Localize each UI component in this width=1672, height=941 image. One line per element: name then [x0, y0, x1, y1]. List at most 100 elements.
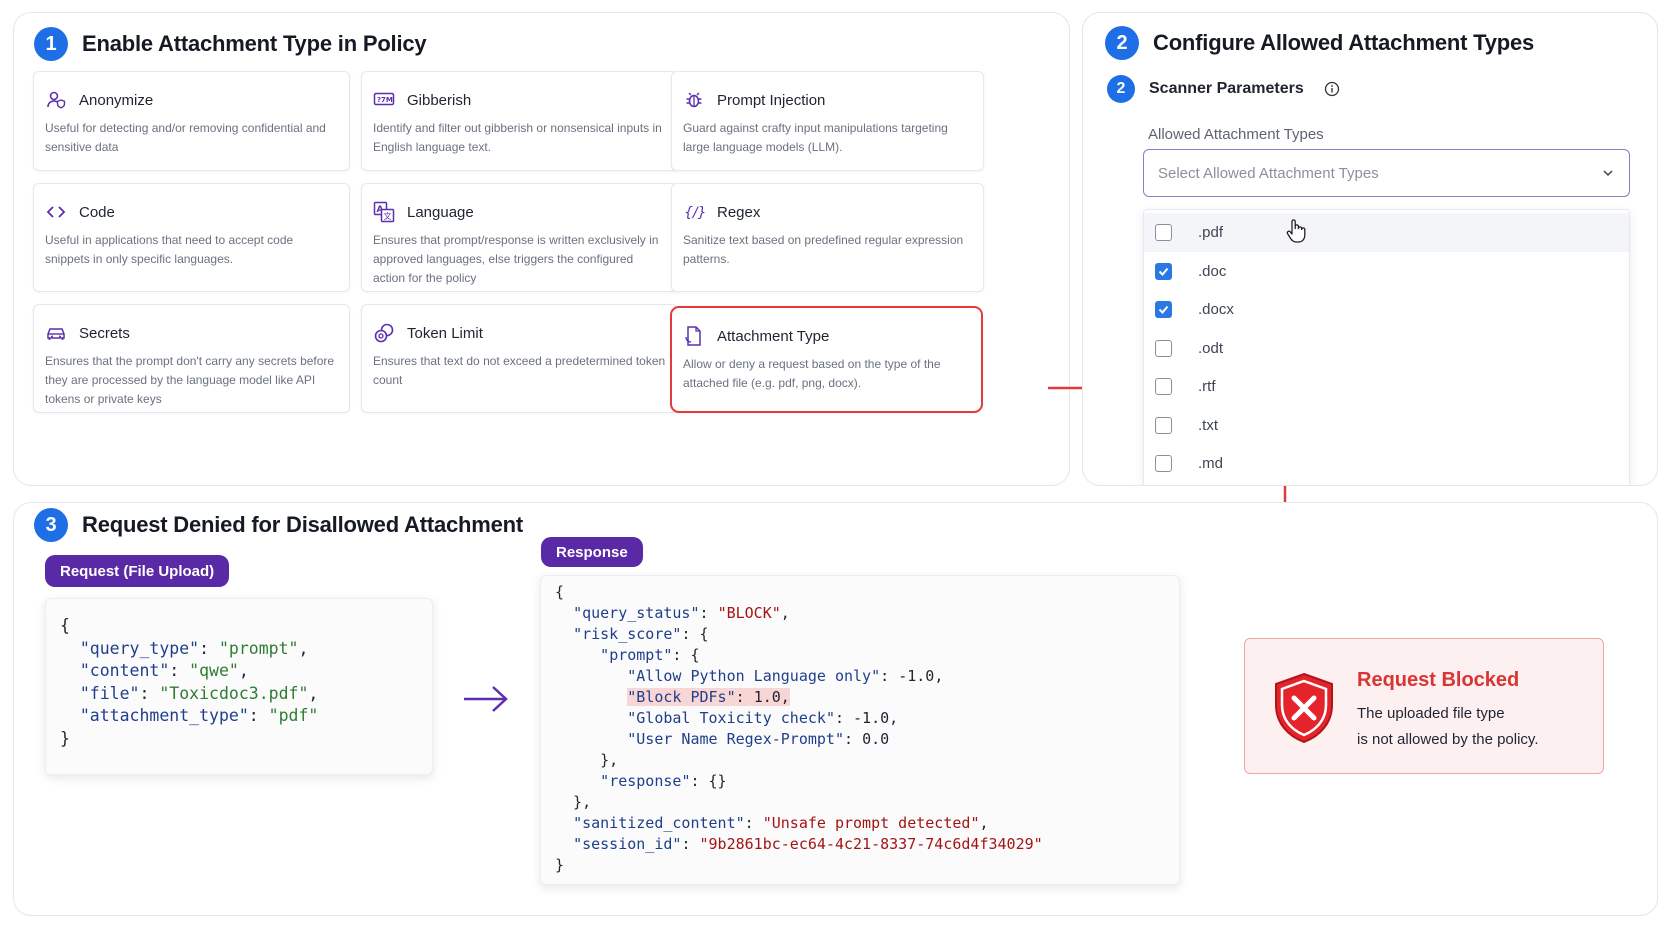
svg-text:{/}: {/}: [684, 205, 705, 221]
card-title: Gibberish: [407, 91, 472, 109]
card-header: {/} Regex: [683, 201, 972, 223]
enable-policy-panel: 1 Enable Attachment Type in Policy Anony…: [13, 12, 1070, 486]
code-icon: [45, 201, 67, 223]
scanner-card-regex[interactable]: {/} Regex Sanitize text based on predefi…: [671, 183, 984, 292]
response-pill: Response: [541, 537, 643, 567]
blocked-message-line-1: The uploaded file type: [1357, 705, 1505, 722]
score-value: 1.0: [753, 688, 781, 706]
step-number-badge: 2: [1105, 26, 1139, 60]
step-number-badge: 1: [34, 27, 68, 61]
option-rtf[interactable]: .rtf: [1144, 368, 1629, 407]
translate-icon: A文: [373, 201, 395, 223]
chevron-down-icon: [1601, 166, 1615, 180]
scanner-card-gibberish[interactable]: ?7M Gibberish Identify and filter out gi…: [361, 71, 678, 171]
scanner-card-prompt-injection[interactable]: Prompt Injection Guard against crafty in…: [671, 71, 984, 171]
checkbox[interactable]: [1155, 339, 1172, 357]
card-title: Attachment Type: [717, 327, 830, 345]
section-3-header: 3 Request Denied for Disallowed Attachme…: [34, 508, 523, 542]
option-label: .rtf: [1198, 378, 1216, 396]
card-description: Ensures that text do not exceed a predet…: [373, 354, 666, 387]
regex-icon: {/}: [683, 201, 705, 223]
right-arrow-purple: [464, 686, 508, 712]
risk-score-entry: "Block PDFs": 1.0,: [627, 688, 790, 706]
card-header: Anonymize: [45, 89, 338, 111]
card-title: Code: [79, 203, 115, 221]
section-1-title: Enable Attachment Type in Policy: [82, 31, 427, 56]
step-number-badge: 3: [34, 508, 68, 542]
option-txt[interactable]: .txt: [1144, 406, 1629, 445]
card-title: Secrets: [79, 324, 130, 342]
info-icon[interactable]: [1324, 81, 1340, 97]
scanner-parameters-header: 2 Scanner Parameters: [1107, 75, 1340, 103]
blocked-title: Request Blocked: [1357, 669, 1520, 691]
request-query-type: prompt: [228, 638, 289, 658]
option-label: .odt: [1198, 339, 1224, 357]
option-label: .md: [1198, 455, 1224, 473]
card-description: Identify and filter out gibberish or non…: [373, 121, 662, 154]
allowed-types-select[interactable]: Select Allowed Attachment Types: [1143, 149, 1630, 197]
hand-cursor-icon: [1286, 219, 1306, 243]
scanner-card-anonymize[interactable]: Anonymize Useful for detecting and/or re…: [33, 71, 350, 171]
score-value: 0.0: [862, 730, 890, 748]
request-code-block: { "query_type": "prompt", "content": "qw…: [45, 598, 433, 775]
score-name: User Name Regex-Prompt: [636, 730, 835, 748]
blocked-message-line-2: is not allowed by the policy.: [1357, 731, 1539, 748]
card-header: A文 Language: [373, 201, 666, 223]
checkbox[interactable]: [1155, 262, 1172, 280]
coins-icon: [373, 322, 395, 344]
card-title: Language: [407, 203, 474, 221]
checkbox[interactable]: [1155, 455, 1172, 473]
checkbox[interactable]: [1155, 224, 1172, 241]
option-doc[interactable]: .doc: [1144, 252, 1629, 291]
prompt-key: prompt: [609, 646, 664, 664]
risk-score-entry: "User Name Regex-Prompt": 0.0: [627, 730, 890, 748]
option-label: .pdf: [1198, 224, 1224, 241]
card-description: Guard against crafty input manipulations…: [683, 121, 948, 154]
scanner-card-language[interactable]: A文 Language Ensures that prompt/response…: [361, 183, 678, 292]
user-shield-icon: [45, 89, 67, 111]
attachment-types-dropdown: .pdf .doc .docx .odt .rtf .txt .md: [1143, 209, 1630, 485]
request-pill: Request (File Upload): [45, 555, 230, 587]
score-value: -1.0: [853, 709, 890, 727]
sanitized-content-value: Unsafe prompt detected: [771, 814, 971, 832]
scanner-parameters-title: Scanner Parameters: [1149, 80, 1304, 97]
card-description: Ensures that the prompt don't carry any …: [45, 354, 335, 406]
checkbox[interactable]: [1155, 301, 1172, 319]
risk-score-entry: "Allow Python Language only": -1.0,: [627, 667, 944, 685]
card-title: Anonymize: [79, 91, 154, 109]
option-docx[interactable]: .docx: [1144, 291, 1629, 330]
score-name: Global Toxicity check: [636, 709, 826, 727]
score-value: -1.0: [898, 667, 935, 685]
checkbox[interactable]: [1155, 416, 1172, 434]
card-description: Useful in applications that need to acce…: [45, 233, 294, 266]
card-header: ?7M Gibberish: [373, 89, 666, 111]
option-odt[interactable]: .odt: [1144, 329, 1629, 368]
card-header: Code: [45, 201, 338, 223]
scanner-card-attachment-type[interactable]: Attachment Type Allow or deny a request …: [670, 306, 983, 413]
risk-score-entry: "Global Toxicity check": -1.0,: [627, 709, 899, 727]
card-header: Secrets: [45, 322, 338, 344]
card-title: Prompt Injection: [717, 91, 826, 109]
session-id-value: 9b2861bc-ec64-4c21-8337-74c6d4f34029: [708, 835, 1034, 853]
score-name: Allow Python Language only: [636, 667, 872, 685]
section-2-header: 2 Configure Allowed Attachment Types: [1105, 26, 1534, 60]
card-title: Token Limit: [407, 324, 483, 342]
request-content: qwe: [199, 661, 229, 680]
select-placeholder: Select Allowed Attachment Types: [1158, 164, 1379, 182]
scanner-card-code[interactable]: Code Useful in applications that need to…: [33, 183, 350, 292]
score-name: Block PDFs: [636, 688, 727, 706]
option-md[interactable]: .md: [1144, 445, 1629, 484]
response-query-status: BLOCK: [726, 604, 772, 622]
bug-icon: [683, 89, 705, 111]
checkbox[interactable]: [1155, 378, 1172, 396]
scanner-card-token-limit[interactable]: Token Limit Ensures that text do not exc…: [361, 304, 678, 413]
card-title: Regex: [717, 203, 761, 221]
response-code-block: { "query_status": "BLOCK", "risk_score":…: [540, 575, 1180, 885]
option-pdf[interactable]: .pdf: [1144, 213, 1629, 252]
scanner-card-secrets[interactable]: Secrets Ensures that the prompt don't ca…: [33, 304, 350, 413]
card-header: Token Limit: [373, 322, 666, 344]
card-description: Sanitize text based on predefined regula…: [683, 233, 964, 266]
section-1-header: 1 Enable Attachment Type in Policy: [34, 27, 427, 61]
configure-types-panel: 2 Configure Allowed Attachment Types 2 S…: [1082, 12, 1658, 486]
card-description: Ensures that prompt/response is written …: [373, 233, 659, 285]
